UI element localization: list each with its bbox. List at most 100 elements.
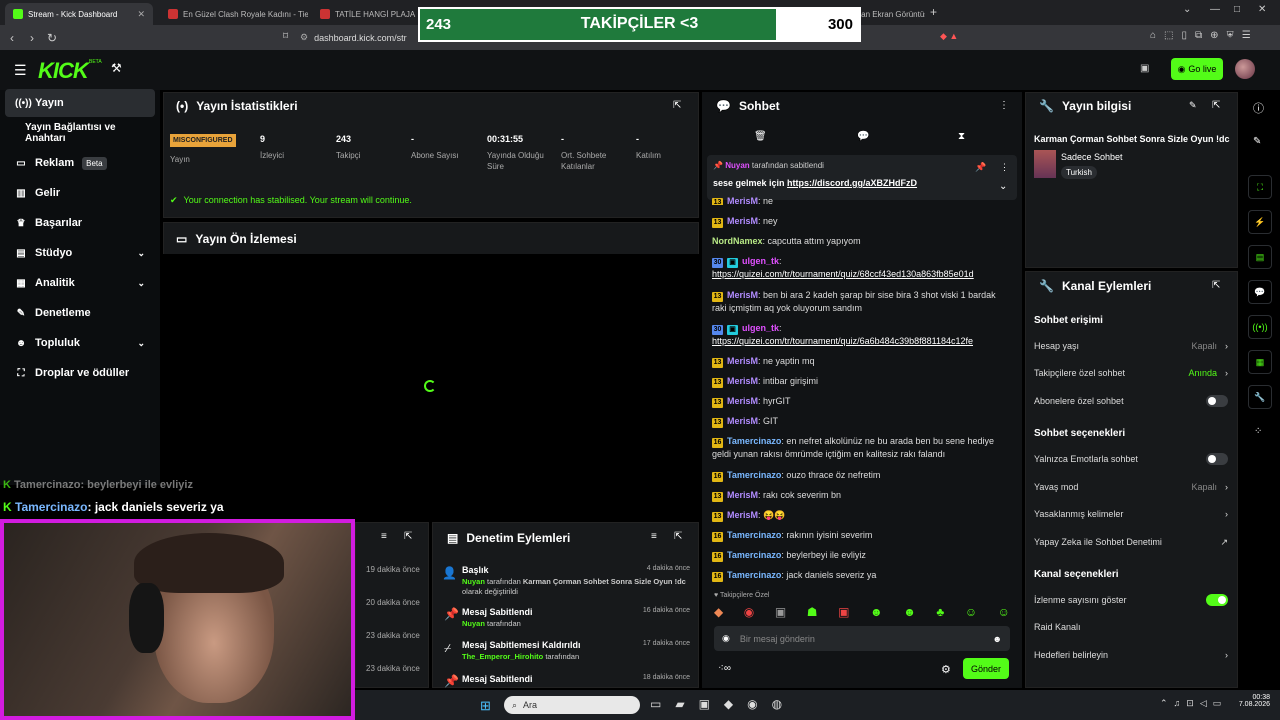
filter-icon[interactable]: ≡ bbox=[381, 531, 387, 542]
gear-icon[interactable]: ⚙ bbox=[941, 663, 951, 676]
forward-icon[interactable]: › bbox=[22, 31, 42, 45]
edit-icon[interactable]: ✎ bbox=[1189, 100, 1197, 111]
chat-message[interactable]: 13 MerisM: ne bbox=[712, 195, 1012, 205]
emote-icon[interactable]: ☺ bbox=[998, 605, 1010, 619]
setting-raid-channel[interactable]: Raid Kanalı bbox=[1034, 620, 1228, 634]
category-name[interactable]: Sadece Sohbet bbox=[1061, 152, 1123, 162]
sidebar-item-analitik[interactable]: ▦ Analitik ⌄ bbox=[5, 269, 155, 297]
site-info-icon[interactable]: ⚙ bbox=[300, 32, 308, 43]
chat-message[interactable]: 16 Tamercinazo: jack daniels severiz ya bbox=[712, 569, 1012, 582]
back-icon[interactable]: ‹ bbox=[2, 31, 22, 45]
sidebar-item-studyo[interactable]: ▤ Stüdyo ⌄ bbox=[5, 239, 155, 267]
brave-shield-icon[interactable]: ◆ ▲ bbox=[940, 31, 958, 42]
chat-message[interactable]: 13 MerisM: intibar girişimi bbox=[712, 375, 1012, 388]
chevron-down-icon[interactable]: ⌄ bbox=[999, 181, 1007, 192]
windows-start-icon[interactable]: ⊞ bbox=[480, 698, 491, 714]
sidebar-item-gelir[interactable]: ▥ Gelir bbox=[5, 179, 155, 207]
more-options-icon[interactable]: ⋮ bbox=[999, 100, 1009, 111]
emoji-icon[interactable]: ☻ bbox=[993, 634, 1002, 644]
sidebar-item-stream-key[interactable]: Yayın Bağlantısı ve Anahtarı bbox=[5, 119, 155, 147]
chat-input[interactable]: ◉ Bir mesaj gönderin ☻ bbox=[714, 626, 1010, 651]
filter-icon[interactable]: ≡ bbox=[651, 531, 657, 542]
avatar[interactable] bbox=[1235, 59, 1255, 79]
wallet-icon[interactable]: ▣ bbox=[1140, 63, 1149, 74]
chat-message[interactable]: 16 Tamercinazo: rakının iyisini severim bbox=[712, 529, 1012, 542]
tag-chip[interactable]: Turkish bbox=[1061, 166, 1097, 179]
rail-button-note-icon[interactable]: ▤ bbox=[1248, 245, 1272, 269]
chat-message[interactable]: NordNamex: capcutta attım yapıyom bbox=[712, 235, 1012, 248]
emote-icon[interactable]: ▣ bbox=[838, 605, 849, 619]
setting-ai-moderation[interactable]: Yapay Zeka ile Sohbet Denetimi ↗ bbox=[1034, 535, 1228, 549]
popout-icon[interactable]: ⇱ bbox=[404, 531, 412, 542]
close-tab-icon[interactable]: ✕ bbox=[137, 9, 145, 20]
sidebar-item-droplar[interactable]: ⛶ Droplar ve ödüller bbox=[5, 359, 155, 387]
chat-message[interactable]: 30 ▣ ulgen_tk: https://quizei.com/tr/tourna… bbox=[712, 255, 1012, 281]
browser-tab-active[interactable]: Stream - Kick Dashboard ✕ bbox=[5, 3, 153, 25]
viewcount-toggle[interactable] bbox=[1206, 594, 1228, 606]
info-icon[interactable]: ⓘ bbox=[1253, 100, 1264, 116]
taskbar-clock[interactable]: 00:38 7.08.2026 bbox=[1236, 694, 1270, 708]
chat-link[interactable]: https://quizei.com/tr/tournament/quiz/68… bbox=[712, 269, 974, 279]
sidebar-item-basarilar[interactable]: ♛ Başarılar bbox=[5, 209, 155, 237]
popout-icon[interactable]: ⇱ bbox=[673, 100, 681, 111]
emote-icon[interactable]: ◆ bbox=[714, 605, 723, 619]
rail-button-chat-icon[interactable]: 💬 bbox=[1248, 280, 1272, 304]
emote-icon[interactable]: ☻ bbox=[903, 605, 916, 619]
chat-message[interactable]: 16 Tamercinazo: beylerbeyi ile evliyiz bbox=[712, 549, 1012, 562]
chat-message[interactable]: 13 MerisM: GIT bbox=[712, 415, 1012, 428]
emote-icon[interactable]: ♣ bbox=[936, 605, 944, 619]
kick-logo[interactable]: KICK bbox=[38, 58, 89, 84]
sidebar-item-denetleme[interactable]: ✎ Denetleme bbox=[5, 299, 155, 327]
chat-message[interactable]: 13 MerisM: ben bi ara 2 kadeh şarap bir s… bbox=[712, 289, 1012, 315]
popout-icon[interactable]: ⇱ bbox=[1212, 100, 1220, 111]
maximize-icon[interactable]: □ bbox=[1234, 4, 1240, 15]
emote-icon[interactable]: ☗ bbox=[807, 605, 818, 619]
infinity-icon[interactable]: ⁖∞ bbox=[718, 663, 731, 674]
dots-icon[interactable]: ⁘ bbox=[1254, 426, 1262, 437]
chat-message[interactable]: 30 ▣ ulgen_tk: https://quizei.com/tr/tourna… bbox=[712, 322, 1012, 348]
more-options-icon[interactable]: ⋮ bbox=[1000, 162, 1009, 173]
new-tab-icon[interactable]: + bbox=[930, 5, 937, 19]
rail-button-broadcast-icon[interactable]: ((•)) bbox=[1248, 315, 1272, 339]
setting-goals[interactable]: Hedefleri belirleyin › bbox=[1034, 648, 1228, 662]
emote-icon[interactable]: ☻ bbox=[870, 605, 883, 619]
chat-message[interactable]: 13 MerisM: rakı cok severim bn bbox=[712, 489, 1012, 502]
chat-message[interactable]: 13 MerisM: 😝😝 bbox=[712, 509, 1012, 522]
setting-followers-only[interactable]: Takipçilere özel sohbet Anında › bbox=[1034, 366, 1228, 380]
chevron-down-icon[interactable]: ⌄ bbox=[1183, 4, 1191, 15]
setting-banned-words[interactable]: Yasaklanmış kelimeler › bbox=[1034, 507, 1228, 521]
subscribers-only-toggle[interactable] bbox=[1206, 395, 1228, 407]
rail-button-wrench-icon[interactable]: 🔧 bbox=[1248, 385, 1272, 409]
emote-icon[interactable]: ▣ bbox=[775, 605, 786, 619]
rail-button-layout-icon[interactable]: ▦ bbox=[1248, 350, 1272, 374]
close-window-icon[interactable]: ✕ bbox=[1258, 4, 1266, 15]
chat-message[interactable]: 13 MerisM: ne yaptin mq bbox=[712, 355, 1012, 368]
hourglass-icon[interactable]: ⧗ bbox=[958, 131, 965, 142]
taskbar-apps[interactable]: ▭▰▣◆◉◍ bbox=[650, 697, 796, 711]
sidebar-item-yayin[interactable]: ((•)) Yayın bbox=[5, 89, 155, 117]
popout-icon[interactable]: ⇱ bbox=[1212, 280, 1220, 291]
rail-button-capture-icon[interactable]: ⛶ bbox=[1248, 175, 1272, 199]
pin-icon[interactable]: 📌 bbox=[975, 162, 986, 173]
bookmark-icon[interactable]: ⌑ bbox=[283, 31, 288, 42]
chat-bubble-icon[interactable]: 💬 bbox=[857, 131, 869, 142]
rail-button-flash-icon[interactable]: ⚡ bbox=[1248, 210, 1272, 234]
edit-icon[interactable]: ✎ bbox=[1253, 136, 1261, 147]
browser-tab[interactable]: TATİLE HANGİ PLAJA GEL... bbox=[312, 3, 417, 25]
trash-icon[interactable]: 🗑 bbox=[754, 131, 767, 142]
chat-message[interactable]: 16 Tamercinazo: en nefret alkolünüz ne bu… bbox=[712, 435, 1012, 461]
chat-link[interactable]: https://quizei.com/tr/tournament/quiz/6a… bbox=[712, 336, 973, 346]
menu-icon[interactable]: ☰ bbox=[14, 62, 27, 79]
emote-icon[interactable]: ◉ bbox=[744, 605, 754, 619]
popout-icon[interactable]: ⇱ bbox=[674, 531, 682, 542]
chat-message[interactable]: 16 Tamercinazo: ouzo thrace öz nefretim bbox=[712, 469, 1012, 482]
pinned-link[interactable]: https://discord.gg/aXBZHdFzD bbox=[787, 178, 917, 188]
reload-icon[interactable]: ↻ bbox=[42, 31, 62, 45]
minimize-icon[interactable]: — bbox=[1210, 4, 1220, 15]
taskbar-search[interactable]: ⌕ Ara bbox=[504, 696, 640, 714]
emote-icon[interactable]: ☺ bbox=[965, 605, 977, 619]
chat-message[interactable]: 13 MerisM: ney bbox=[712, 215, 1012, 228]
system-tray-icons[interactable]: ⌃♫⊡◁▭ bbox=[1160, 698, 1227, 709]
sidebar-item-reklam[interactable]: ▭ Reklam Beta bbox=[5, 149, 155, 177]
address-field[interactable]: ⚙ dashboard.kick.com/str bbox=[300, 29, 420, 46]
